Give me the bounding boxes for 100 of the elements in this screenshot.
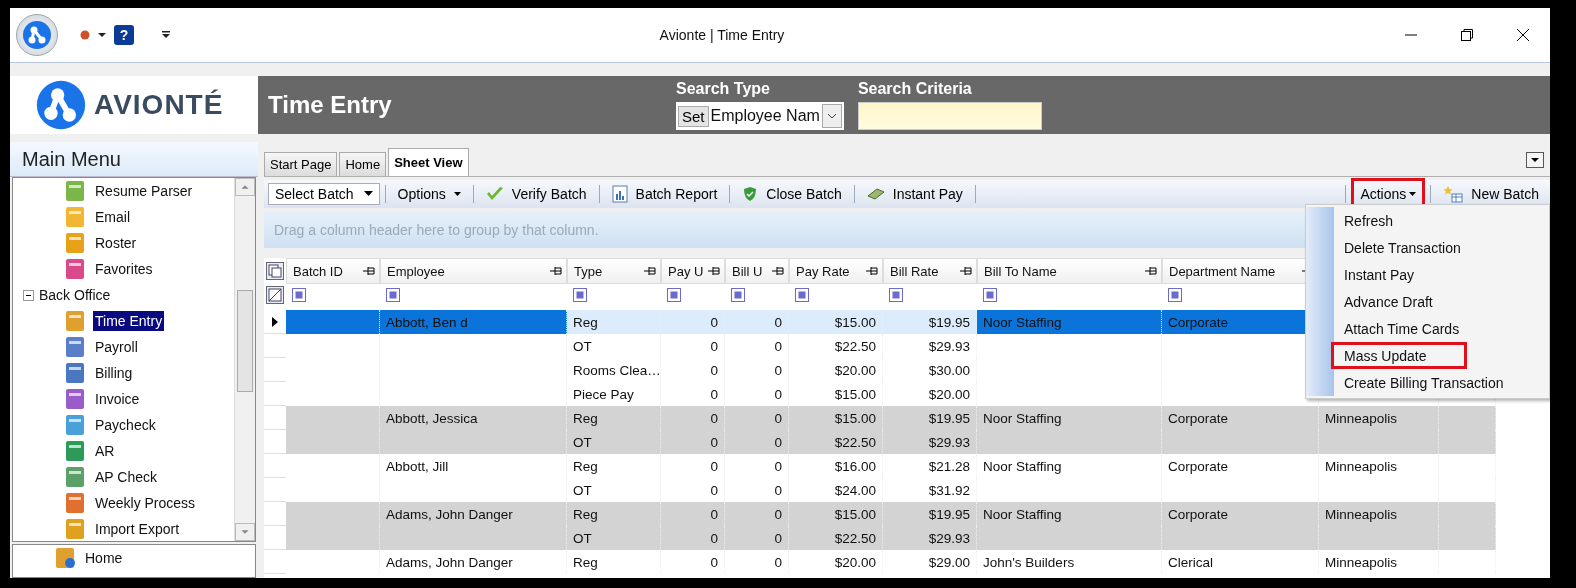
- close-icon[interactable]: [1516, 28, 1530, 42]
- table-row[interactable]: Abbott, Jill Reg 0 0 $16.00 $21.28 Noor Staffing Corporate Minneapolis: [264, 454, 1550, 478]
- caret-icon[interactable]: [453, 191, 461, 197]
- menu-item[interactable]: Delete Transaction: [1334, 234, 1549, 261]
- menu-item[interactable]: Instant Pay: [1334, 261, 1549, 288]
- tab[interactable]: Sheet View: [388, 148, 469, 176]
- table-cell: OT: [573, 434, 592, 450]
- menu-button[interactable]: Options: [390, 182, 468, 206]
- tree-item[interactable]: Import Export: [93, 519, 182, 539]
- pin-icon[interactable]: [708, 266, 720, 276]
- caret-icon[interactable]: [826, 113, 837, 119]
- table-cell: $29.93: [928, 530, 970, 546]
- caret-icon[interactable]: [363, 191, 373, 197]
- pin-icon[interactable]: [866, 266, 878, 276]
- money-icon[interactable]: [866, 187, 885, 201]
- tree-item[interactable]: Invoice: [93, 389, 142, 409]
- pin-icon[interactable]: [644, 266, 656, 276]
- table-cell: 0: [710, 314, 718, 330]
- column-header[interactable]: Bill To Name: [977, 258, 1162, 284]
- filter-icon[interactable]: [983, 288, 997, 302]
- pin-icon[interactable]: [1145, 266, 1157, 276]
- tree-item[interactable]: Time Entry: [93, 311, 165, 331]
- tree-item[interactable]: Favorites: [93, 259, 155, 279]
- pin-icon[interactable]: [550, 266, 562, 276]
- table-row[interactable]: Abbott, Jessica Reg 0 0 $15.00 $19.95 Noor Staffing Corporate Minneapolis: [264, 406, 1550, 430]
- column-chooser-icon[interactable]: [266, 262, 284, 280]
- tree-item[interactable]: Roster: [93, 233, 139, 253]
- filter-icon[interactable]: [731, 288, 745, 302]
- tree-item[interactable]: AP Check: [93, 467, 159, 487]
- table-row[interactable]: Adams, John Danger Reg 0 0 $15.00 $19.95 Noor Staffing Corporate Minneapolis: [264, 502, 1550, 526]
- shield-icon[interactable]: [742, 186, 759, 202]
- tree-item[interactable]: Email: [93, 207, 132, 227]
- search-criteria-field[interactable]: [857, 102, 1042, 130]
- filter-icon[interactable]: [795, 288, 809, 302]
- table-cell: 0: [710, 410, 718, 426]
- table-cell: Abbott, Ben d: [386, 314, 468, 330]
- column-header[interactable]: Pay Rate: [789, 258, 883, 284]
- menu-item[interactable]: Mass Update: [1331, 342, 1467, 369]
- set-button[interactable]: Set: [678, 105, 709, 127]
- toolbar-button[interactable]: Instant Pay: [859, 182, 970, 206]
- pin-icon[interactable]: [772, 266, 784, 276]
- filter-icon[interactable]: [292, 288, 306, 302]
- column-header[interactable]: Bill U: [725, 258, 789, 284]
- column-header[interactable]: Batch ID: [286, 258, 380, 284]
- tree-item[interactable]: Payroll: [93, 337, 140, 357]
- record-icon[interactable]: [80, 30, 90, 40]
- tile-icon: [63, 205, 87, 229]
- customize-icon[interactable]: [162, 31, 170, 39]
- filter-clear-icon[interactable]: [266, 286, 284, 304]
- search-type-dropdown[interactable]: Employee Nam: [710, 104, 842, 128]
- table-cell: Reg: [573, 458, 598, 474]
- restore-icon[interactable]: [1460, 28, 1474, 42]
- menu-item[interactable]: Create Billing Transaction: [1334, 369, 1549, 396]
- table-cell: $15.00: [834, 386, 876, 402]
- pin-icon[interactable]: [960, 266, 972, 276]
- help-button[interactable]: ?: [114, 25, 134, 45]
- column-header[interactable]: Pay U: [661, 258, 725, 284]
- menu-item[interactable]: Refresh: [1334, 207, 1549, 234]
- toolbar-button[interactable]: New Batch: [1436, 182, 1546, 206]
- toolbar-button[interactable]: Verify Batch: [478, 182, 594, 206]
- column-header[interactable]: Type: [567, 258, 661, 284]
- tree-item[interactable]: Home: [83, 548, 125, 568]
- tile-icon: [63, 439, 87, 463]
- toolbar-button[interactable]: Close Batch: [735, 182, 849, 206]
- tree-item[interactable]: Paycheck: [93, 415, 158, 435]
- table-cell: $29.93: [928, 434, 970, 450]
- scrollbar[interactable]: [234, 178, 255, 541]
- tree-item[interactable]: Back Office: [37, 285, 113, 305]
- filter-icon[interactable]: [386, 288, 400, 302]
- tree-item[interactable]: AR: [93, 441, 117, 461]
- tab[interactable]: Start Page: [264, 152, 338, 176]
- report-icon[interactable]: [611, 185, 628, 203]
- app-menu-button[interactable]: [16, 14, 58, 56]
- table-row[interactable]: Adams, John Danger Reg 0 0 $20.00 $29.00 John's Builders Clerical Minneapolis: [264, 550, 1550, 574]
- tree-item[interactable]: Resume Parser: [93, 181, 195, 201]
- toolbar-button[interactable]: Batch Report: [604, 182, 725, 206]
- filter-icon[interactable]: [889, 288, 903, 302]
- column-header[interactable]: Employee: [380, 258, 567, 284]
- collapse-icon[interactable]: [23, 289, 34, 301]
- filter-icon[interactable]: [1168, 288, 1182, 302]
- tree-item[interactable]: Weekly Process: [93, 493, 198, 513]
- filter-icon[interactable]: [573, 288, 587, 302]
- caret-icon[interactable]: [1409, 191, 1417, 197]
- batch-dropdown[interactable]: Select Batch: [268, 183, 380, 205]
- check-icon[interactable]: [485, 186, 504, 202]
- caret-icon[interactable]: [98, 32, 106, 38]
- star-grid-icon[interactable]: [1443, 185, 1464, 203]
- filter-icon[interactable]: [667, 288, 681, 302]
- table-row[interactable]: OT 0 0 $22.50 $29.93: [264, 526, 1550, 550]
- table-row[interactable]: OT 0 0 $22.50 $29.93: [264, 430, 1550, 454]
- tab[interactable]: Home: [339, 152, 387, 176]
- pin-icon[interactable]: [363, 266, 375, 276]
- table-cell: $29.93: [928, 338, 970, 354]
- column-header[interactable]: Bill Rate: [883, 258, 977, 284]
- scroll-thumb[interactable]: [237, 290, 253, 392]
- dropdown-icon[interactable]: [1526, 152, 1544, 168]
- tree-item[interactable]: Billing: [93, 363, 135, 383]
- panel-title: Main Menu: [22, 147, 121, 171]
- menu-item[interactable]: Advance Draft: [1334, 288, 1549, 315]
- menu-item[interactable]: Attach Time Cards: [1334, 315, 1549, 342]
